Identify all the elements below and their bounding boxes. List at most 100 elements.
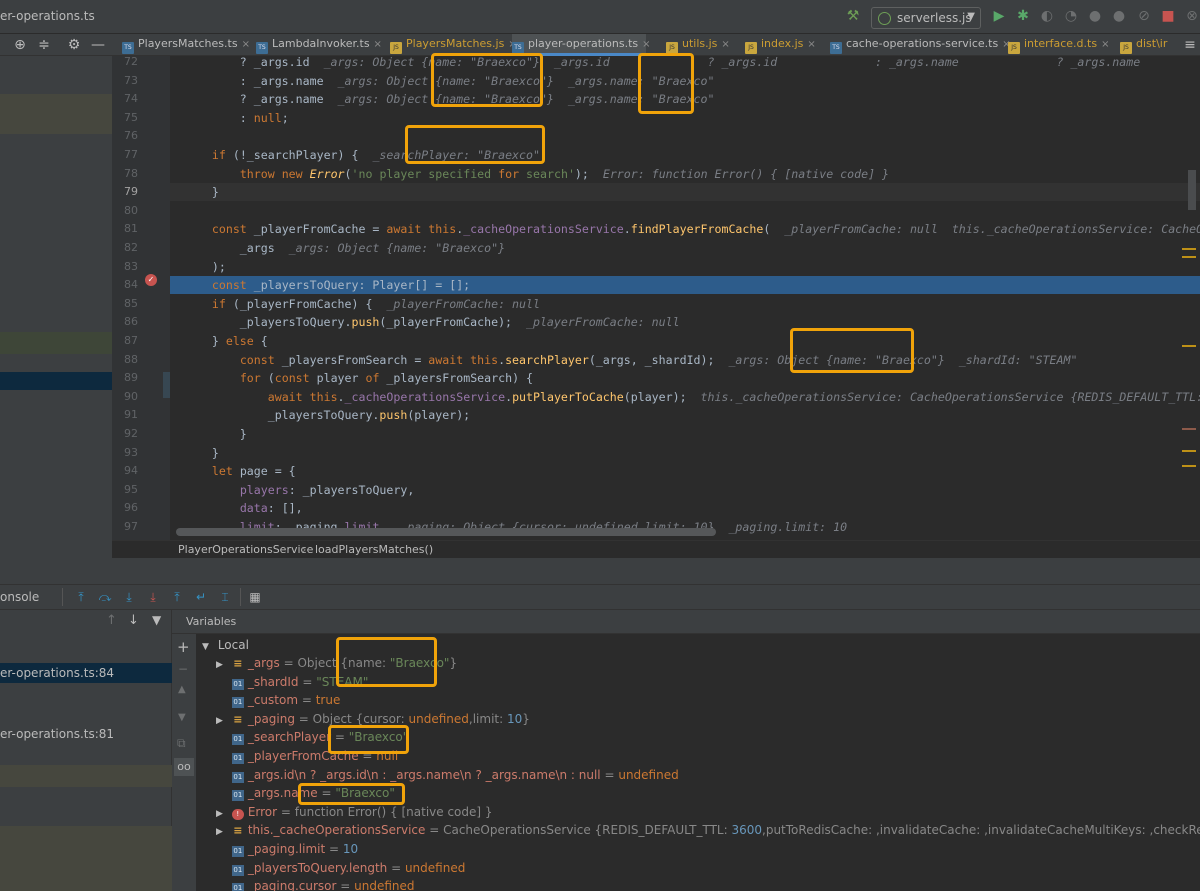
code-line[interactable]: }: [170, 425, 1200, 443]
tabs-overflow-icon[interactable]: ≡: [1182, 37, 1198, 53]
move-down-icon[interactable]: ▼: [178, 712, 186, 723]
horizontal-scrollbar[interactable]: [176, 528, 716, 536]
line-number[interactable]: 79: [112, 183, 138, 201]
glasses-icon[interactable]: oo: [174, 758, 194, 776]
chevron-right-icon[interactable]: ▶: [216, 712, 228, 730]
code-line[interactable]: }: [170, 183, 1200, 202]
line-number[interactable]: 90: [112, 388, 138, 406]
build-hammer-icon[interactable]: ⚒: [845, 8, 861, 24]
line-number[interactable]: 86: [112, 313, 138, 331]
variable-row[interactable]: ▶ ! Error = function Error() { [native co…: [216, 803, 493, 822]
line-number[interactable]: 76: [112, 127, 138, 145]
variable-row[interactable]: 01 _paging.limit = 10: [216, 840, 358, 859]
code-line[interactable]: }: [170, 444, 1200, 462]
arrow-down-icon[interactable]: ↓: [128, 613, 139, 628]
variable-row[interactable]: ▶ ≡ this._cacheOperationsService = CacheO…: [216, 821, 1200, 840]
chevron-right-icon[interactable]: ▶: [216, 823, 228, 841]
breakpoint-icon[interactable]: ✓: [145, 274, 157, 286]
show-execution-point-icon[interactable]: ⤒: [74, 590, 88, 604]
variable-row[interactable]: 01 _args.id\n ? _args.id\n : _args.name\n…: [216, 766, 679, 785]
more-icon[interactable]: ⊗: [1184, 8, 1200, 24]
run-to-cursor-icon[interactable]: ↵: [194, 590, 208, 604]
locate-icon[interactable]: ⊕: [12, 37, 28, 53]
attach-icon[interactable]: ●: [1111, 8, 1127, 24]
chevron-down-icon[interactable]: ▼: [202, 638, 214, 656]
collapse-icon[interactable]: ≑: [36, 37, 52, 53]
filter-icon[interactable]: ▼: [152, 613, 161, 627]
frame-item[interactable]: er-operations.ts:84: [0, 663, 172, 683]
search-icon[interactable]: ⊘: [1136, 8, 1152, 24]
close-icon[interactable]: ×: [721, 39, 729, 50]
move-up-icon[interactable]: ▲: [178, 684, 186, 695]
run-configuration-select[interactable]: serverless.js ▼: [871, 7, 981, 29]
code-line[interactable]: for (const player of _playersFromSearch)…: [170, 369, 1200, 387]
line-number[interactable]: 91: [112, 406, 138, 424]
code-line[interactable]: _playersToQuery.push(_playerFromCache); …: [170, 313, 1200, 331]
code-line[interactable]: if (_playerFromCache) { _playerFromCache…: [170, 295, 1200, 313]
code-line[interactable]: [170, 202, 1200, 220]
chevron-right-icon[interactable]: ▶: [216, 805, 228, 823]
profile-icon[interactable]: ◔: [1063, 8, 1079, 24]
close-icon[interactable]: ×: [1101, 39, 1109, 50]
breadcrumb-class[interactable]: PlayerOperationsService: [178, 543, 313, 556]
code-line[interactable]: );: [170, 258, 1200, 276]
evaluate-expression-icon[interactable]: ⌶: [218, 590, 232, 604]
run-icon[interactable]: ▶: [991, 8, 1007, 24]
line-number[interactable]: 84: [112, 276, 138, 294]
code-line[interactable]: const _playersToQuery: Player[] = [];: [170, 276, 1200, 295]
table-icon[interactable]: ▦: [248, 590, 262, 604]
scope-local[interactable]: ▼ Local: [202, 636, 249, 655]
warning-marker[interactable]: [1182, 256, 1196, 258]
line-number[interactable]: 74: [112, 90, 138, 108]
chevron-right-icon[interactable]: ▶: [216, 656, 228, 674]
warning-marker[interactable]: [1182, 345, 1196, 347]
force-step-into-icon[interactable]: ⤓: [146, 590, 160, 604]
line-number[interactable]: 73: [112, 72, 138, 90]
variable-row[interactable]: 01 _playersToQuery.length = undefined: [216, 859, 465, 878]
close-icon[interactable]: ×: [807, 39, 815, 50]
frame-row-highlight[interactable]: [0, 765, 172, 787]
tab-cache-operations-service-ts[interactable]: TS cache-operations-service.ts ×: [830, 34, 1011, 56]
line-number[interactable]: 81: [112, 220, 138, 238]
warning-marker[interactable]: [1182, 450, 1196, 452]
close-icon[interactable]: ×: [374, 39, 382, 50]
line-number[interactable]: 89: [112, 369, 138, 387]
error-marker[interactable]: [1182, 428, 1196, 430]
line-number[interactable]: 92: [112, 425, 138, 443]
breadcrumb-method[interactable]: loadPlayersMatches(): [315, 543, 433, 556]
copy-icon[interactable]: ⧉: [177, 736, 186, 751]
add-watch-icon[interactable]: +: [177, 638, 190, 656]
close-icon[interactable]: ×: [642, 39, 650, 50]
line-number[interactable]: 82: [112, 239, 138, 257]
console-tab[interactable]: onsole: [0, 590, 39, 604]
line-number[interactable]: 95: [112, 481, 138, 499]
project-row-modified[interactable]: [0, 332, 112, 354]
remove-watch-icon[interactable]: −: [178, 662, 188, 676]
frame-item[interactable]: er-operations.ts:81: [0, 724, 172, 744]
tab-lambdainvoker-ts[interactable]: TS LambdaInvoker.ts ×: [256, 34, 382, 56]
line-number[interactable]: 88: [112, 351, 138, 369]
line-number[interactable]: 75: [112, 109, 138, 127]
close-icon[interactable]: ×: [242, 39, 250, 50]
line-number[interactable]: 80: [112, 202, 138, 220]
code-line[interactable]: const _playersFromSearch = await this.se…: [170, 351, 1200, 369]
line-number[interactable]: 93: [112, 444, 138, 462]
step-into-icon[interactable]: ⤓: [122, 590, 136, 604]
gear-icon[interactable]: ⚙: [66, 37, 82, 53]
line-number[interactable]: 85: [112, 295, 138, 313]
frame-row-highlight[interactable]: [0, 826, 172, 891]
code-line[interactable]: let page = {: [170, 462, 1200, 480]
line-number[interactable]: 77: [112, 146, 138, 164]
stop-icon[interactable]: ■: [1160, 8, 1176, 24]
coverage-icon[interactable]: ◐: [1039, 8, 1055, 24]
tab-index-js[interactable]: JS index.js ×: [745, 34, 816, 56]
vertical-scrollbar[interactable]: [1188, 170, 1196, 210]
step-over-icon[interactable]: ⤼: [98, 590, 112, 604]
warning-marker[interactable]: [1182, 248, 1196, 250]
project-row-highlight[interactable]: [0, 94, 112, 134]
debug-bug-icon[interactable]: ✱: [1015, 8, 1031, 24]
tab-interface-d-ts[interactable]: JS interface.d.ts ×: [1008, 34, 1109, 56]
hide-icon[interactable]: —: [90, 37, 106, 53]
code-line[interactable]: [170, 127, 1200, 145]
tab-playersmatches-ts[interactable]: TS PlayersMatches.ts ×: [122, 34, 250, 56]
